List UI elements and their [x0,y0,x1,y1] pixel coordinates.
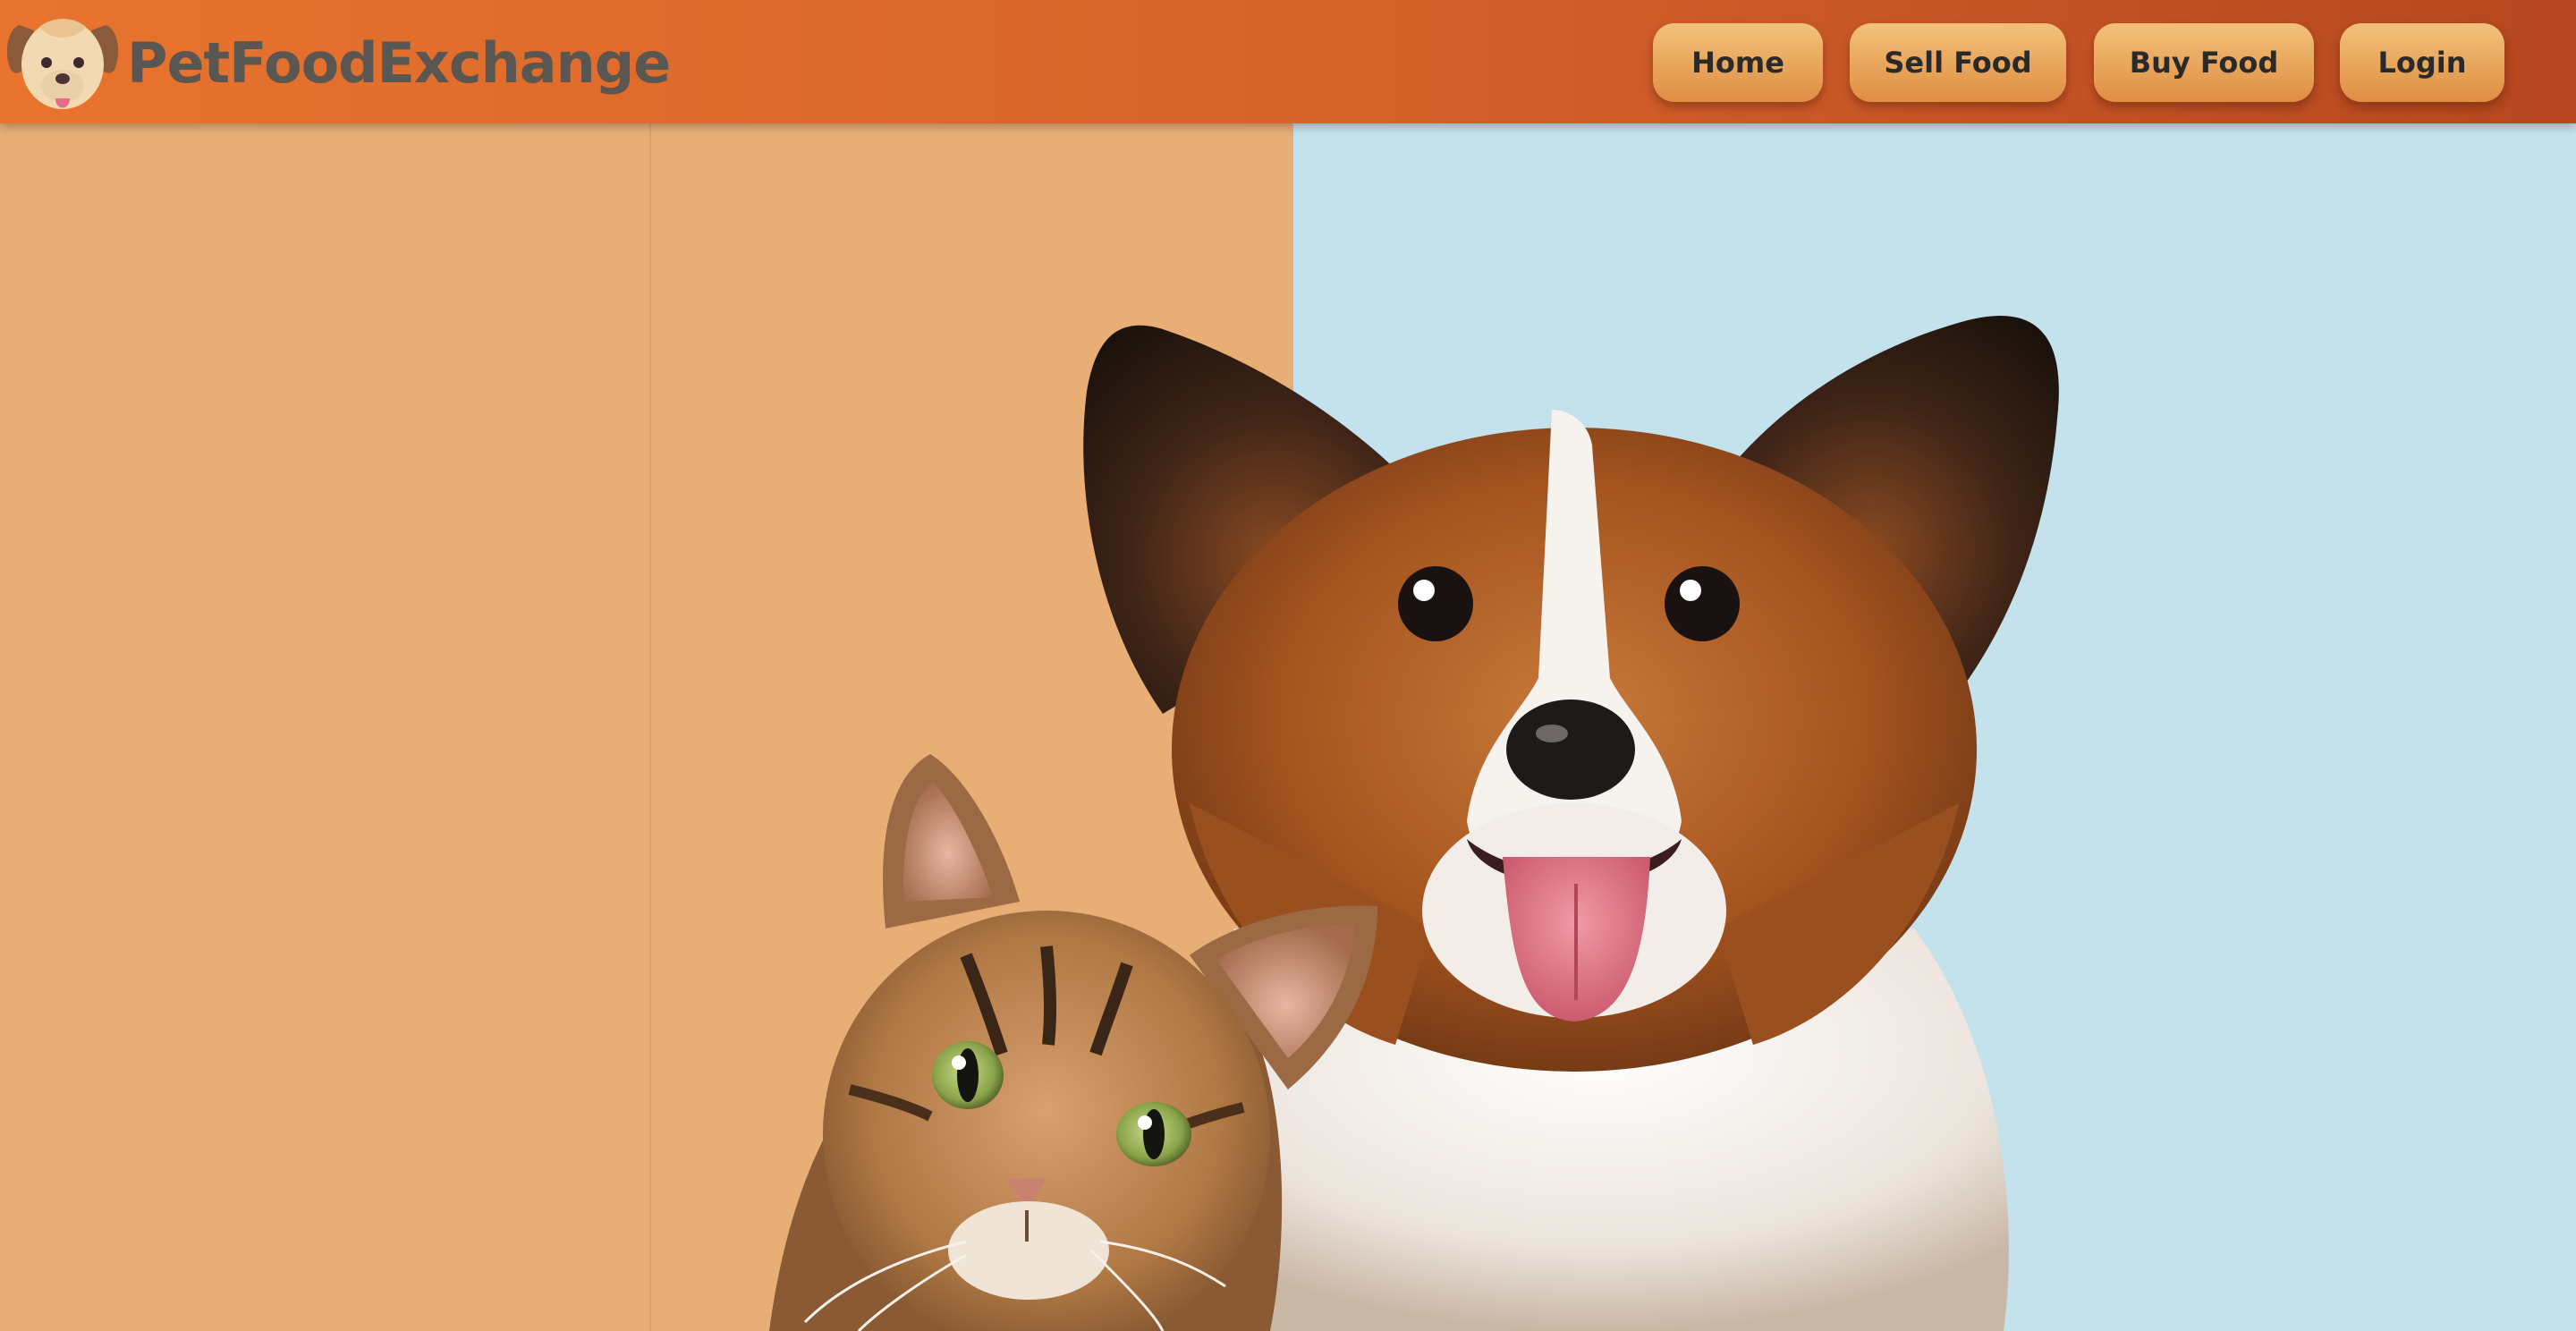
nav-sell-food-button[interactable]: Sell Food [1850,23,2066,102]
brand-home-link[interactable]: PetFoodExchange [4,9,671,116]
brand-name: PetFoodExchange [127,30,671,96]
page: PetFoodExchange Home Sell Food Buy Food … [0,0,2576,1331]
dog-face-icon [6,19,119,109]
hero-pets-image [769,315,2059,1331]
nav-home-button[interactable]: Home [1653,23,1823,102]
nav-login-button[interactable]: Login [2340,23,2504,102]
hero-section [0,123,2576,1331]
top-navbar: PetFoodExchange Home Sell Food Buy Food … [0,0,2576,123]
nav-buy-food-button[interactable]: Buy Food [2094,23,2314,102]
